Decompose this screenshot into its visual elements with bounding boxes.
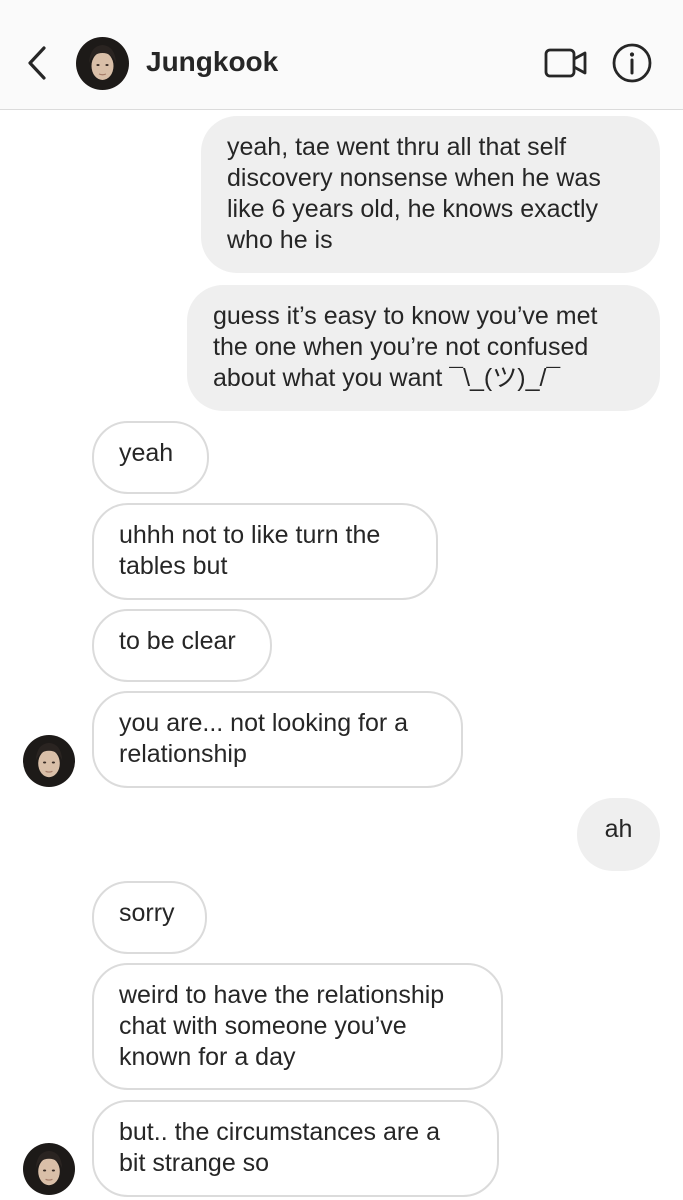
message-bubble-received[interactable]: to be clear <box>92 609 272 682</box>
contact-name[interactable]: Jungkook <box>146 46 278 78</box>
chat-header: Jungkook <box>0 0 683 110</box>
message-bubble-sent[interactable]: yeah, tae went thru all that self discov… <box>201 116 660 273</box>
chevron-left-icon <box>20 42 54 84</box>
message-bubble-received[interactable]: weird to have the relationship chat with… <box>92 963 503 1090</box>
message-bubble-sent[interactable]: ah <box>577 798 660 871</box>
avatar[interactable] <box>23 735 75 787</box>
avatar[interactable] <box>76 37 129 90</box>
info-button[interactable] <box>611 42 653 84</box>
message-bubble-sent[interactable]: guess it’s easy to know you’ve met the o… <box>187 285 660 411</box>
avatar[interactable] <box>23 1143 75 1195</box>
message-bubble-received[interactable]: but.. the circumstances are a bit strang… <box>92 1100 499 1197</box>
message-bubble-received[interactable]: sorry <box>92 881 207 954</box>
info-icon <box>611 42 653 84</box>
message-bubble-received[interactable]: uhhh not to like turn the tables but <box>92 503 438 600</box>
video-call-button[interactable] <box>544 44 588 82</box>
message-bubble-received[interactable]: you are... not looking for a relationshi… <box>92 691 463 788</box>
back-button[interactable] <box>20 42 54 84</box>
message-bubble-received[interactable]: yeah <box>92 421 209 494</box>
video-camera-icon <box>544 44 588 82</box>
